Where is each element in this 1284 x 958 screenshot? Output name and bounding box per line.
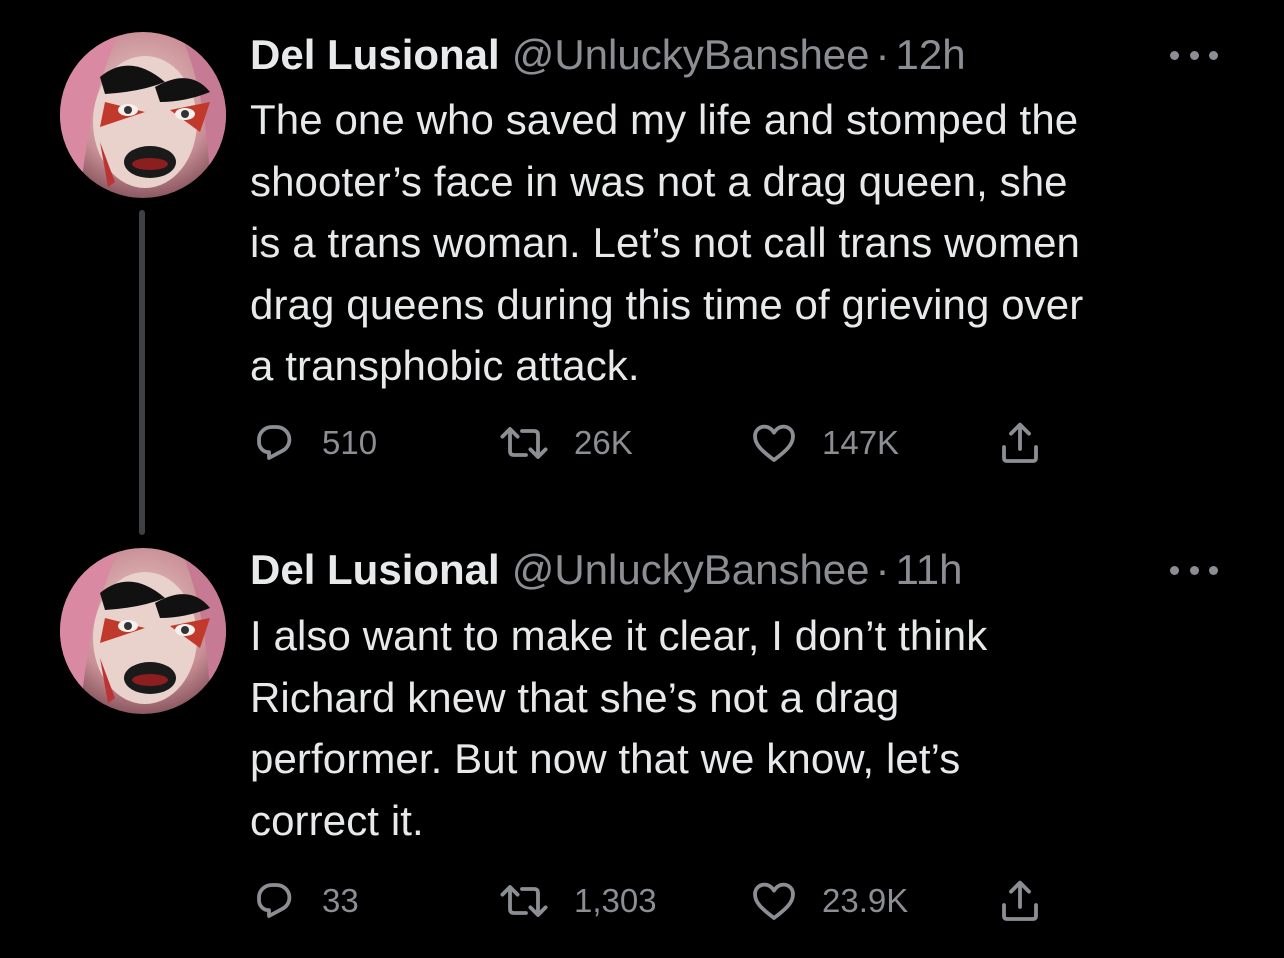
reply-button[interactable]: 33 — [250, 876, 359, 926]
separator-dot: · — [875, 546, 890, 593]
retweet-count: 26K — [574, 424, 633, 461]
heart-icon — [753, 424, 795, 462]
avatar[interactable] — [60, 548, 226, 714]
more-dot — [1170, 50, 1179, 60]
tweet-text-line: shooter’s face in was not a drag queen, … — [250, 157, 1068, 205]
display-name[interactable]: Del Lusional — [250, 31, 500, 78]
reply-icon — [257, 883, 292, 918]
tweet-text-line: drag queens during this time of grieving… — [250, 280, 1084, 328]
like-count: 147K — [822, 424, 900, 461]
tweet-text-line: a transphobic attack. — [250, 342, 640, 389]
display-name[interactable]: Del Lusional — [250, 546, 500, 593]
tweet-header: Del Lusional @UnluckyBanshee · 11h — [250, 545, 963, 595]
more-dot — [1189, 50, 1199, 60]
reply-count: 33 — [322, 882, 359, 919]
reply-count: 510 — [322, 424, 378, 461]
more-dot — [1209, 50, 1218, 60]
retweet-icon — [500, 427, 548, 459]
thread-connector-line — [139, 210, 145, 535]
more-dot — [1170, 565, 1179, 575]
user-handle[interactable]: @UnluckyBanshee — [512, 31, 870, 78]
retweet-icon — [500, 885, 548, 917]
tweet-text-line: performer. But now that we know, let’s — [250, 735, 961, 782]
tweet-text-line: I also want to make it clear, I don’t th… — [250, 612, 988, 659]
tweet-text: I also want to make it clear, I don’t th… — [250, 605, 1230, 851]
avatar-image — [60, 548, 226, 714]
timestamp[interactable]: 11h — [896, 546, 963, 593]
retweet-count: 1,303 — [574, 882, 657, 919]
timestamp[interactable]: 12h — [896, 31, 966, 78]
share-button[interactable] — [996, 418, 1044, 468]
avatar-image — [60, 32, 226, 198]
retweet-button[interactable]: 1,303 — [498, 876, 657, 926]
reply-button[interactable]: 510 — [250, 418, 377, 468]
like-button[interactable]: 23.9K — [750, 876, 908, 926]
more-options-icon[interactable] — [1170, 560, 1218, 580]
like-button[interactable]: 147K — [750, 418, 899, 468]
share-icon — [1002, 880, 1038, 921]
more-dot — [1189, 565, 1199, 575]
tweet-text-line: The one who saved my life and stomped th… — [250, 96, 1079, 143]
reply-icon — [257, 425, 292, 460]
heart-icon — [753, 882, 795, 920]
separator-dot: · — [875, 31, 890, 78]
tweet-header: Del Lusional @UnluckyBanshee · 12h — [250, 30, 966, 80]
tweet-actions: 510 26K 147K — [250, 418, 1150, 468]
tweet-text-line: correct it. — [250, 796, 424, 844]
tweet-text: The one who saved my life and stomped th… — [250, 89, 1230, 397]
tweet-text-line: is a trans woman. Let’s not call trans w… — [250, 219, 1081, 266]
avatar[interactable] — [60, 32, 226, 198]
share-icon — [1002, 422, 1038, 463]
tweet[interactable]: Del Lusional @UnluckyBanshee · 12h The one … — [0, 0, 1284, 535]
user-handle[interactable]: @UnluckyBanshee — [512, 546, 870, 593]
retweet-button[interactable]: 26K — [498, 418, 633, 468]
tweet[interactable]: Del Lusional @UnluckyBanshee · 11h I also w… — [0, 515, 1284, 958]
more-dot — [1209, 565, 1218, 575]
like-count: 23.9K — [822, 882, 909, 919]
tweet-actions: 33 1,303 23.9K — [250, 876, 1150, 926]
more-options-icon[interactable] — [1170, 45, 1218, 65]
tweet-text-line: Richard knew that she’s not a drag — [250, 673, 900, 721]
share-button[interactable] — [996, 876, 1044, 926]
